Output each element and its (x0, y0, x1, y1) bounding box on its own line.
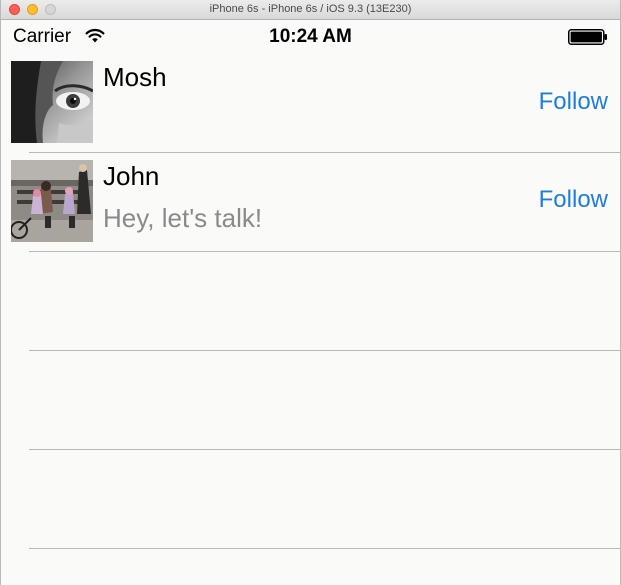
follow-button[interactable]: Follow (539, 186, 608, 214)
simulator-window: iPhone 6s - iPhone 6s / iOS 9.3 (13E230)… (0, 0, 621, 585)
table-row-empty (1, 351, 620, 450)
row-separator (29, 548, 620, 549)
ios-status-bar: Carrier 10:24 AM (1, 20, 620, 54)
table-row-empty (1, 450, 620, 549)
battery-icon (568, 29, 607, 45)
contact-name: John (103, 161, 160, 191)
contact-message: Hey, let's talk! (103, 203, 263, 233)
table-row-empty (1, 252, 620, 351)
avatar (11, 61, 93, 143)
face-photo (11, 61, 93, 143)
contacts-table: Mosh Follow John Hey, let's talk! Follow (1, 54, 620, 549)
table-row[interactable]: Mosh Follow (1, 54, 620, 153)
avatar (11, 160, 93, 242)
table-row[interactable]: John Hey, let's talk! Follow (1, 153, 620, 252)
window-title-bar: iPhone 6s - iPhone 6s / iOS 9.3 (13E230) (1, 0, 620, 20)
street-photo (11, 160, 93, 242)
window-title: iPhone 6s - iPhone 6s / iOS 9.3 (13E230) (209, 3, 412, 15)
contact-name: Mosh (103, 62, 167, 92)
status-time: 10:24 AM (269, 26, 352, 47)
follow-button[interactable]: Follow (539, 88, 608, 116)
